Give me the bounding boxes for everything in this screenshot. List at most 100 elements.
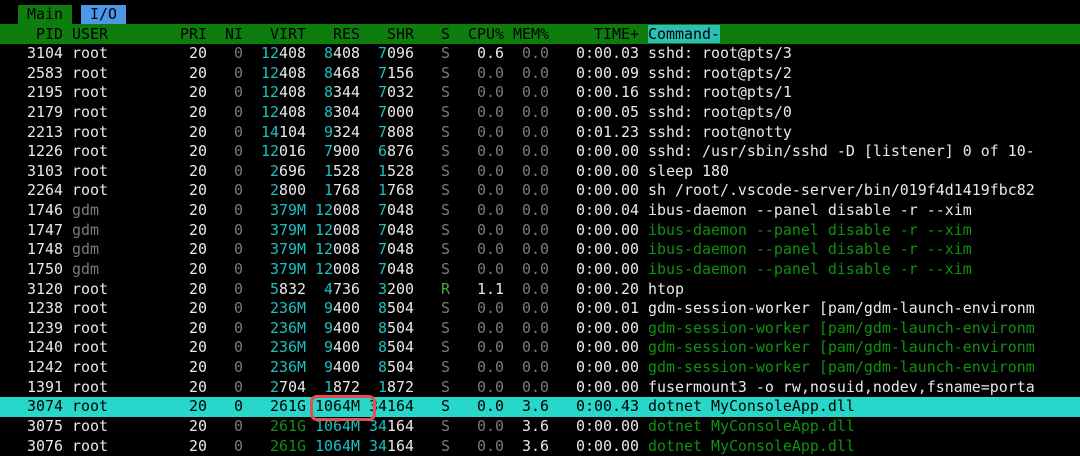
cell-text: 0.0 — [522, 123, 549, 141]
process-row[interactable]: 2213root2001410493247808S0.00.00:01.23ss… — [0, 123, 1080, 143]
cell-state: S — [414, 181, 450, 201]
cell-text: S — [441, 338, 450, 356]
column-header-cpu[interactable]: CPU% — [450, 24, 504, 44]
cell-user: root — [72, 397, 153, 417]
cell-virt: 379M — [243, 201, 306, 221]
tab-main[interactable]: Main — [18, 5, 72, 24]
cell-gap — [639, 378, 648, 398]
cell-mem: 0.0 — [504, 358, 549, 378]
cell-pri: 20 — [153, 437, 207, 456]
column-header-pri[interactable]: PRI — [153, 24, 207, 44]
cell-gap — [63, 437, 72, 456]
column-header-virt[interactable]: VIRT — [243, 24, 306, 44]
process-row[interactable]: 2583root2001240884687156S0.00.00:00.09ss… — [0, 64, 1080, 84]
process-row[interactable]: 1226root2001201679006876S0.00.00:00.00ss… — [0, 142, 1080, 162]
cell-text: 0.0 — [477, 181, 504, 199]
process-row[interactable]: 2195root2001240883447032S0.00.00:00.16ss… — [0, 83, 1080, 103]
cell-mem: 0.0 — [504, 280, 549, 300]
cell-gap — [639, 319, 648, 339]
cell-text: gdm — [72, 260, 99, 278]
tab-io[interactable]: I/O — [81, 5, 126, 24]
cell-text: 0:00.20 — [576, 280, 639, 298]
cell-text: 096 — [387, 44, 414, 62]
column-header-mem[interactable]: MEM% — [504, 24, 549, 44]
process-row[interactable]: 1746gdm200379M120087048S0.00.00:00.04ibu… — [0, 201, 1080, 221]
cell-text: 7 — [378, 103, 387, 121]
cell-pid: 1750 — [0, 260, 63, 280]
cell-text: gdm-session-worker [pam/gdm-launch-envir… — [648, 338, 1035, 356]
cell-text: S — [441, 260, 450, 278]
cell-text: 1064M — [315, 397, 360, 415]
cell-gap — [63, 221, 72, 241]
column-header-command[interactable]: Command- — [648, 24, 1080, 44]
process-row[interactable]: 3103root200269615281528S0.00.00:00.00sle… — [0, 162, 1080, 182]
process-row[interactable]: 1750gdm200379M120087048S0.00.00:00.00ibu… — [0, 260, 1080, 280]
cell-text: root — [72, 162, 108, 180]
process-row[interactable]: 3120root200583247363200R1.10.00:00.20hto… — [0, 280, 1080, 300]
column-header-user[interactable]: USER — [72, 24, 153, 44]
cell-cmd: sshd: root@pts/3 — [648, 44, 1080, 64]
cell-cmd: dotnet MyConsoleApp.dll — [648, 397, 1080, 417]
process-row[interactable]: 3076root200261G1064M34164S0.03.60:00.00d… — [0, 437, 1080, 456]
cell-text: 0:00.00 — [576, 260, 639, 278]
column-header-ni[interactable]: NI — [207, 24, 243, 44]
cell-time: 0:00.03 — [549, 44, 639, 64]
cell-shr: 34164 — [360, 417, 414, 437]
process-row[interactable]: 3075root200261G1064M34164S0.03.60:00.00d… — [0, 417, 1080, 437]
column-header-time[interactable]: TIME+ — [549, 24, 639, 44]
cell-res: 8408 — [306, 44, 360, 64]
process-row[interactable]: 2179root2001240883047000S0.00.00:00.05ss… — [0, 103, 1080, 123]
cell-text: 736 — [333, 280, 360, 298]
process-row[interactable]: 1747gdm200379M120087048S0.00.00:00.00ibu… — [0, 221, 1080, 241]
cell-text: 0.0 — [477, 162, 504, 180]
cell-gap — [63, 240, 72, 260]
cell-shr: 1528 — [360, 162, 414, 182]
cell-gap — [639, 417, 648, 437]
cell-text: 34 — [369, 437, 387, 455]
cell-cpu: 0.0 — [450, 417, 504, 437]
column-header-pid[interactable]: PID — [0, 24, 63, 44]
cell-cmd: ibus-daemon --panel disable -r --xim — [648, 260, 1080, 280]
cell-text: S — [441, 437, 450, 455]
process-row[interactable]: 3104root2001240884087096S0.60.00:00.03ss… — [0, 44, 1080, 64]
column-header-label: MEM% — [513, 25, 549, 43]
process-row[interactable]: 1242root200236M94008504S0.00.00:00.00gdm… — [0, 358, 1080, 378]
column-header-res[interactable]: RES — [306, 24, 360, 44]
cell-text: 236M — [270, 358, 306, 376]
cell-text: 20 — [189, 338, 207, 356]
cell-text: 379M — [270, 201, 306, 219]
column-header-shr[interactable]: SHR — [360, 24, 414, 44]
cell-res: 1768 — [306, 181, 360, 201]
cell-text: 20 — [189, 280, 207, 298]
cell-text: 0 — [234, 378, 243, 396]
cell-gap — [639, 240, 648, 260]
cell-cmd: sshd: /usr/sbin/sshd -D [listener] 0 of … — [648, 142, 1080, 162]
cell-text: 1238 — [27, 299, 63, 317]
cell-text: 14 — [261, 123, 279, 141]
cell-mem: 3.6 — [504, 417, 549, 437]
cell-text: 0.0 — [477, 319, 504, 337]
process-row[interactable]: 2264root200280017681768S0.00.00:00.00sh … — [0, 181, 1080, 201]
process-row[interactable]: 1391root200270418721872S0.00.00:00.00fus… — [0, 378, 1080, 398]
column-header-s[interactable]: S — [414, 24, 450, 44]
cell-text: 900 — [333, 142, 360, 160]
column-header-label: Command- — [648, 25, 720, 43]
cell-text: 0:00.00 — [576, 358, 639, 376]
cell-text: 7 — [324, 142, 333, 160]
cell-text: 872 — [333, 378, 360, 396]
cell-text: 048 — [387, 260, 414, 278]
cell-ni: 0 — [207, 338, 243, 358]
cell-res: 9400 — [306, 338, 360, 358]
cell-ni: 0 — [207, 142, 243, 162]
cell-text: S — [441, 142, 450, 160]
process-row[interactable]: 1238root200236M94008504S0.00.00:00.01gdm… — [0, 299, 1080, 319]
cell-cpu: 0.0 — [450, 201, 504, 221]
process-row[interactable]: 1748gdm200379M120087048S0.00.00:00.00ibu… — [0, 240, 1080, 260]
cell-virt: 236M — [243, 358, 306, 378]
process-row[interactable]: 1240root200236M94008504S0.00.00:00.00gdm… — [0, 338, 1080, 358]
process-row[interactable]: 1239root200236M94008504S0.00.00:00.00gdm… — [0, 319, 1080, 339]
cell-text: 20 — [189, 201, 207, 219]
cell-virt: 379M — [243, 260, 306, 280]
cell-text: root — [72, 319, 108, 337]
process-row[interactable]: 3074root200261G1064M34164S0.03.60:00.43d… — [0, 397, 1080, 417]
